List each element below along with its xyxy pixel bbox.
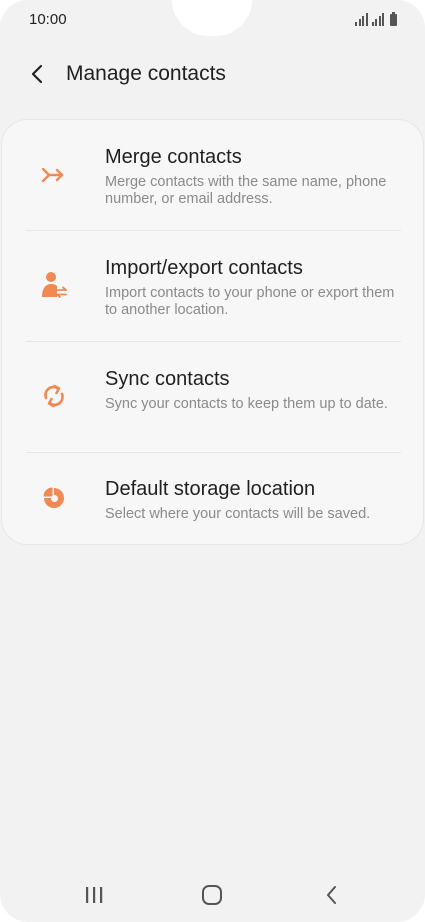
manage-contacts-card: Merge contacts Merge contacts with the s… (1, 119, 424, 545)
menu-item-title: Sync contacts (105, 368, 230, 390)
phone-screen: 10:00 Manage contacts Merge contacts Mer… (0, 0, 425, 922)
menu-item-merge-contacts[interactable]: Merge contacts Merge contacts with the s… (2, 120, 423, 230)
menu-item-title: Import/export contacts (105, 257, 303, 279)
status-icons (355, 12, 397, 26)
back-icon (327, 886, 336, 904)
battery-icon (390, 12, 397, 26)
menu-item-description: Sync your contacts to keep them up to da… (105, 396, 388, 412)
chevron-left-icon (31, 64, 43, 84)
home-button[interactable] (192, 880, 232, 910)
storage-pie-icon (40, 484, 68, 512)
app-header: Manage contacts (0, 52, 425, 96)
navigation-bar (0, 870, 425, 920)
nav-back-button[interactable] (312, 880, 352, 910)
menu-item-title: Default storage location (105, 478, 316, 500)
home-icon (202, 885, 222, 905)
signal-icon (355, 13, 368, 26)
status-time: 10:00 (29, 11, 67, 28)
recents-icon (86, 887, 103, 903)
status-bar: 10:00 (0, 0, 425, 40)
menu-item-description: Merge contacts with the same name, phone… (105, 174, 387, 207)
sync-icon (40, 382, 68, 410)
signal-icon (371, 13, 384, 26)
menu-item-description: Select where your contacts will be saved… (105, 506, 371, 522)
back-button[interactable] (22, 58, 54, 90)
menu-item-description: Import contacts to your phone or export … (105, 285, 395, 318)
person-transfer-icon (40, 271, 68, 299)
menu-item-default-storage-location[interactable]: Default storage location Select where yo… (2, 453, 423, 543)
menu-item-title: Merge contacts (105, 146, 242, 168)
recents-button[interactable] (74, 880, 114, 910)
page-title: Manage contacts (66, 62, 226, 85)
menu-item-sync-contacts[interactable]: Sync contacts Sync your contacts to keep… (2, 342, 423, 452)
merge-arrows-icon (40, 161, 68, 189)
menu-item-import-export-contacts[interactable]: Import/export contacts Import contacts t… (2, 231, 423, 341)
